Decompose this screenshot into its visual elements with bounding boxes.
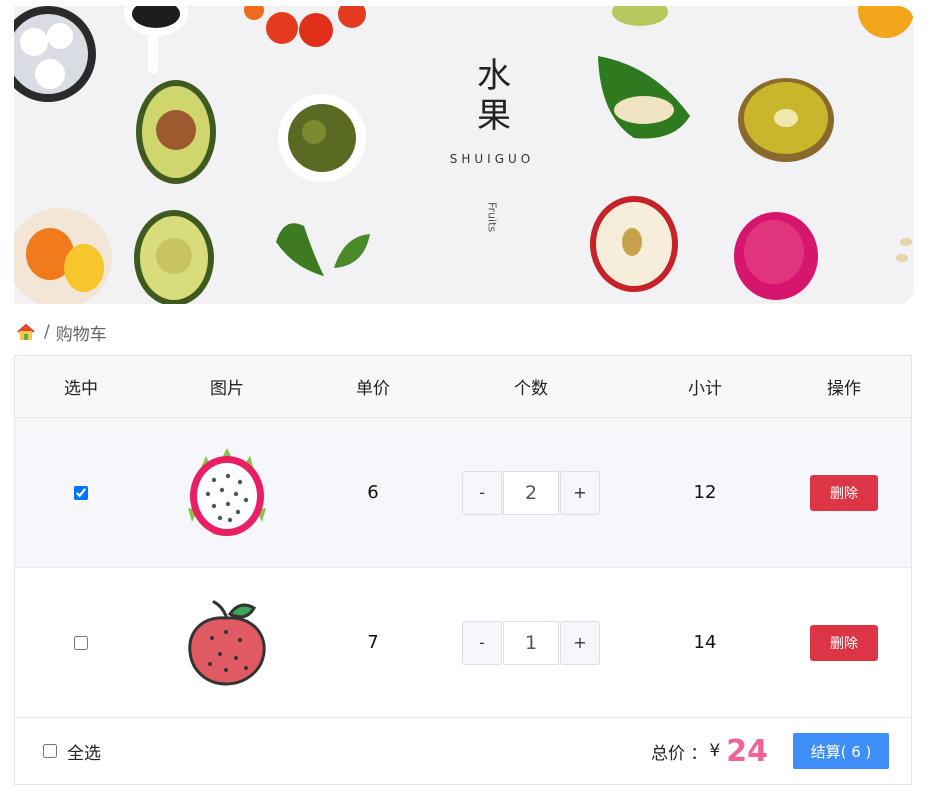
row-select-cell [15, 418, 147, 567]
total-amount: 24 [726, 733, 768, 769]
row-quantity-cell: - 2 + [439, 418, 623, 567]
delete-button[interactable]: 删除 [810, 474, 878, 511]
banner-subtitle: SHUIGUO [449, 152, 535, 166]
row-checkbox[interactable] [74, 485, 88, 500]
decrement-button[interactable]: - [462, 470, 502, 515]
select-all-label: 全选 [67, 743, 101, 764]
quantity-stepper: - 1 + [462, 620, 600, 665]
row-price: 6 [367, 482, 379, 503]
header-actions: 操作 [827, 379, 861, 399]
currency-symbol: ¥ [709, 741, 721, 761]
checkout-button[interactable]: 结算( 6 ) [793, 733, 889, 769]
row-subtotal: 12 [693, 482, 717, 503]
breadcrumb: / 购物车 [16, 320, 107, 345]
breadcrumb-current: 购物车 [55, 324, 107, 345]
lychee-icon [188, 600, 266, 686]
row-checkbox[interactable] [74, 635, 88, 650]
row-image-cell [147, 418, 307, 567]
select-all[interactable]: 全选 [43, 718, 101, 784]
increment-button[interactable]: + [560, 470, 600, 515]
decrement-button[interactable]: - [462, 620, 502, 665]
cart-table: 选中 图片 单价 个数 小计 操作 6 - 2 + 12 删除 7 - 1 + … [14, 355, 912, 785]
header-price: 单价 [356, 379, 390, 399]
banner-title: 水 果 [459, 56, 529, 136]
house-icon[interactable] [16, 323, 36, 341]
row-select-cell [15, 568, 147, 717]
breadcrumb-separator: / [44, 322, 50, 342]
quantity-input[interactable]: 1 [503, 620, 559, 665]
quantity-stepper: - 2 + [462, 470, 600, 515]
fruit-banner: 水 果 SHUIGUO Fruits [14, 6, 914, 304]
header-image: 图片 [210, 379, 244, 399]
row-actions-cell: 删除 [777, 568, 911, 717]
total-label: 总价 ： [651, 743, 708, 764]
header-select: 选中 [64, 379, 98, 399]
total-price: 总价 ： ¥ 24 [651, 718, 768, 784]
table-row: 6 - 2 + 12 删除 [15, 418, 911, 568]
delete-button[interactable]: 删除 [810, 624, 878, 661]
banner-title-line2: 果 [477, 96, 511, 136]
banner-english-label: Fruits [485, 202, 499, 233]
header-quantity: 个数 [514, 379, 548, 399]
row-subtotal: 14 [693, 632, 717, 653]
row-price: 7 [367, 632, 379, 653]
table-header: 选中 图片 单价 个数 小计 操作 [15, 356, 911, 418]
cart-footer: 全选 总价 ： ¥ 24 结算( 6 ) [15, 718, 911, 784]
row-image-cell [147, 568, 307, 717]
quantity-input[interactable]: 2 [503, 470, 559, 515]
row-actions-cell: 删除 [777, 418, 911, 567]
table-row: 7 - 1 + 14 删除 [15, 568, 911, 718]
row-quantity-cell: - 1 + [439, 568, 623, 717]
select-all-checkbox[interactable] [43, 744, 57, 758]
banner-title-line1: 水 [477, 56, 511, 96]
increment-button[interactable]: + [560, 620, 600, 665]
header-subtotal: 小计 [688, 379, 722, 399]
dragon-fruit-icon [188, 447, 266, 536]
